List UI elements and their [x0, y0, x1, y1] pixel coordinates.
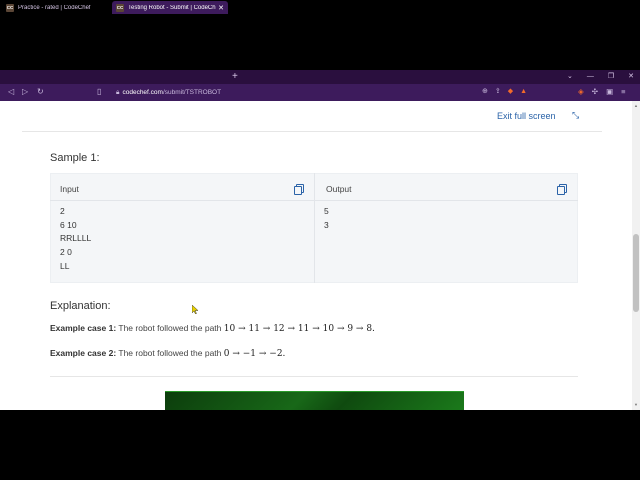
case-text: The robot followed the path	[118, 323, 222, 333]
window-controls: ⌄ — ❐ ✕	[567, 71, 634, 83]
tab-testing-robot[interactable]: CC Testing Robot - Submit | CodeCh ✕	[112, 1, 228, 14]
codechef-favicon-icon: CC	[6, 3, 14, 12]
new-tab-button[interactable]: +	[232, 71, 238, 83]
tab-practice[interactable]: CC Practice - rated | CodeChef	[2, 1, 110, 14]
copy-output-icon[interactable]	[557, 184, 567, 195]
url-path: /submit/TSTROBOT	[162, 89, 222, 96]
back-icon[interactable]: ◁	[8, 86, 14, 98]
forward-icon[interactable]: ▷	[22, 86, 28, 98]
lock-icon: 🔒︎	[116, 89, 120, 96]
restore-icon[interactable]: ❐	[608, 71, 614, 83]
case-text: The robot followed the path	[118, 348, 222, 358]
divider	[50, 200, 578, 201]
copy-input-icon[interactable]	[294, 184, 304, 195]
toolbar	[0, 84, 640, 101]
scroll-down-icon[interactable]: ▼	[633, 402, 639, 408]
close-tab-icon[interactable]: ✕	[218, 4, 224, 12]
extensions-area: ◈ ✣ ▣ ≡	[578, 86, 626, 98]
address-bar[interactable]: 🔒︎ codechef.com/submit/TSTROBOT	[116, 88, 221, 97]
case-path: 10 → 11 → 12 → 11 → 10 → 9 → 8.	[223, 324, 375, 334]
bookmark-icon[interactable]: ▯	[97, 86, 101, 98]
tab-label: Practice - rated | CodeChef	[18, 4, 91, 11]
input-line: 6 10	[60, 219, 77, 230]
output-line: 3	[324, 219, 329, 230]
url-actions: ⊕ ⇪ ◆ ▲	[482, 86, 527, 98]
scrollbar-thumb[interactable]	[633, 234, 639, 312]
brave-rewards-icon[interactable]: ▲	[520, 86, 527, 98]
sample-input: 2 6 10 RRLLLL 2 0 LL	[60, 205, 91, 274]
reload-icon[interactable]: ↻	[37, 86, 44, 98]
input-line: 2	[60, 206, 65, 216]
sample-heading: Sample 1:	[50, 152, 100, 164]
input-line: 2 0	[60, 247, 72, 258]
divider	[22, 131, 602, 132]
scroll-up-icon[interactable]: ▲	[633, 103, 639, 109]
brave-shield-icon[interactable]: ◆	[508, 86, 513, 98]
example-case-2: Example case 2: The robot followed the p…	[50, 348, 285, 359]
menu-icon[interactable]: ≡	[621, 86, 625, 98]
divider	[314, 173, 315, 283]
divider	[50, 376, 578, 377]
share-icon[interactable]: ⇪	[495, 86, 501, 98]
output-label: Output	[326, 184, 352, 194]
case-label: Example case 2:	[50, 348, 117, 358]
explanation-heading: Explanation:	[50, 300, 111, 312]
exit-fullscreen-link[interactable]: Exit full screen	[497, 111, 556, 121]
video-banner[interactable]	[165, 391, 464, 410]
case-path: 0 → −1 → −2.	[223, 349, 286, 359]
output-line: 5	[324, 206, 329, 216]
tab-strip	[0, 70, 640, 84]
input-line: LL	[60, 260, 70, 271]
zoom-icon[interactable]: ⊕	[482, 86, 488, 98]
mouse-cursor-icon	[192, 305, 198, 314]
tab-label: Testing Robot - Submit | CodeCh	[128, 4, 216, 11]
close-window-icon[interactable]: ✕	[628, 71, 634, 83]
input-label: Input	[60, 184, 79, 194]
wallet-icon[interactable]: ◈	[578, 86, 584, 98]
sidebar-icon[interactable]: ▣	[606, 86, 613, 98]
minimize-icon[interactable]: —	[587, 71, 594, 83]
collapse-icon[interactable]: ⤡	[572, 110, 579, 121]
case-label: Example case 1:	[50, 323, 117, 333]
extensions-icon[interactable]: ✣	[592, 86, 598, 98]
codechef-favicon-icon: CC	[116, 3, 124, 12]
tab-search-icon[interactable]: ⌄	[567, 71, 573, 83]
url-host: codechef.com	[122, 89, 163, 96]
sample-output: 5 3	[324, 205, 329, 232]
input-line: RRLLLL	[60, 233, 92, 244]
example-case-1: Example case 1: The robot followed the p…	[50, 323, 375, 334]
